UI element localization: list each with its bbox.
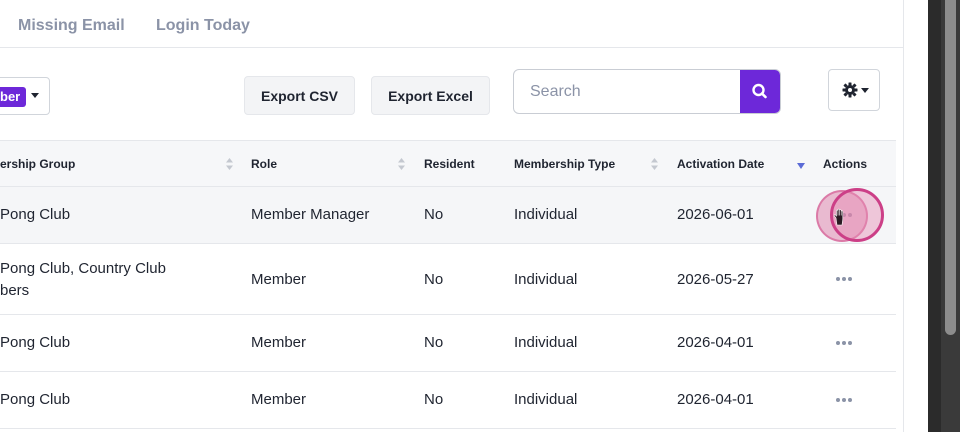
table-row[interactable]: Pong Club Member No Individual 2026-04-0…: [0, 315, 896, 372]
table-row[interactable]: Pong Club, Country Club bers Member No In…: [0, 244, 896, 315]
cell-role: Member: [251, 334, 307, 351]
chevron-down-icon: [861, 88, 869, 93]
table-row[interactable]: Pong Club Member No Individual 2026-04-0…: [0, 372, 896, 429]
page-gutter: [905, 0, 928, 432]
cell-membership-group: Pong Club: [0, 206, 71, 223]
cell-role: Member: [251, 391, 307, 408]
column-header-activation-date[interactable]: Activation Date: [677, 157, 764, 171]
export-excel-button[interactable]: Export Excel: [371, 76, 490, 115]
cell-resident: No: [424, 334, 444, 351]
cell-resident: No: [424, 391, 444, 408]
sort-icon[interactable]: [398, 158, 405, 170]
cell-membership-group: Pong Club, Country Club bers: [0, 258, 200, 302]
cell-resident: No: [424, 206, 444, 223]
tab-missing-email[interactable]: Missing Email: [18, 17, 125, 35]
cell-role: Member: [251, 271, 307, 288]
cell-text-line: bers: [0, 282, 30, 299]
cell-membership-type: Individual: [514, 391, 578, 408]
cell-activation-date: 2026-06-01: [677, 206, 754, 223]
table-row[interactable]: Pong Club Member Manager No Individual 2…: [0, 187, 896, 244]
gear-icon: [842, 82, 858, 98]
hand-cursor-icon: [834, 208, 844, 226]
cell-activation-date: 2026-04-01: [677, 391, 754, 408]
selected-filter-chip: ber: [0, 87, 26, 107]
cell-membership-type: Individual: [514, 334, 578, 351]
column-header-role[interactable]: Role: [251, 157, 277, 171]
filter-tabs: Missing Email Login Today: [0, 0, 903, 48]
cell-activation-date: 2026-04-01: [677, 334, 754, 351]
cell-membership-type: Individual: [514, 206, 578, 223]
sort-icon[interactable]: [226, 158, 233, 170]
tab-login-today[interactable]: Login Today: [156, 17, 250, 35]
cell-membership-group-text: Pong Club, Country Club bers: [0, 258, 200, 302]
row-actions-button[interactable]: [836, 339, 856, 347]
row-actions-button[interactable]: [836, 275, 856, 283]
column-header-resident: Resident: [424, 157, 475, 171]
chevron-down-icon: [31, 93, 39, 98]
member-type-select[interactable]: ber: [0, 77, 50, 115]
cell-role: Member Manager: [251, 206, 370, 223]
export-csv-button[interactable]: Export CSV: [244, 76, 355, 115]
column-header-actions: Actions: [823, 157, 868, 171]
sort-icon[interactable]: [651, 158, 658, 170]
search-icon: [752, 83, 767, 99]
column-header-membership-type[interactable]: Membership Type: [514, 157, 615, 171]
search-button[interactable]: [740, 70, 780, 113]
cell-membership-group: Pong Club: [0, 391, 71, 408]
cell-activation-date: 2026-05-27: [677, 271, 754, 288]
table-header: ership Group Role Resident Membership Ty…: [0, 140, 896, 187]
cell-text-line: Pong Club, Country Club: [0, 260, 166, 277]
column-header-membership-group[interactable]: ership Group: [0, 157, 75, 171]
cell-resident: No: [424, 271, 444, 288]
sort-descending-icon[interactable]: [797, 163, 805, 169]
row-actions-button[interactable]: [836, 396, 856, 404]
members-panel: Missing Email Login Today ber Export CSV…: [0, 0, 904, 432]
cell-membership-type: Individual: [514, 271, 578, 288]
search-input[interactable]: [514, 70, 742, 113]
settings-dropdown-button[interactable]: [828, 69, 880, 111]
cell-membership-group: Pong Club: [0, 334, 71, 351]
vertical-scrollbar-thumb[interactable]: [945, 0, 956, 335]
search-box: [513, 69, 781, 114]
